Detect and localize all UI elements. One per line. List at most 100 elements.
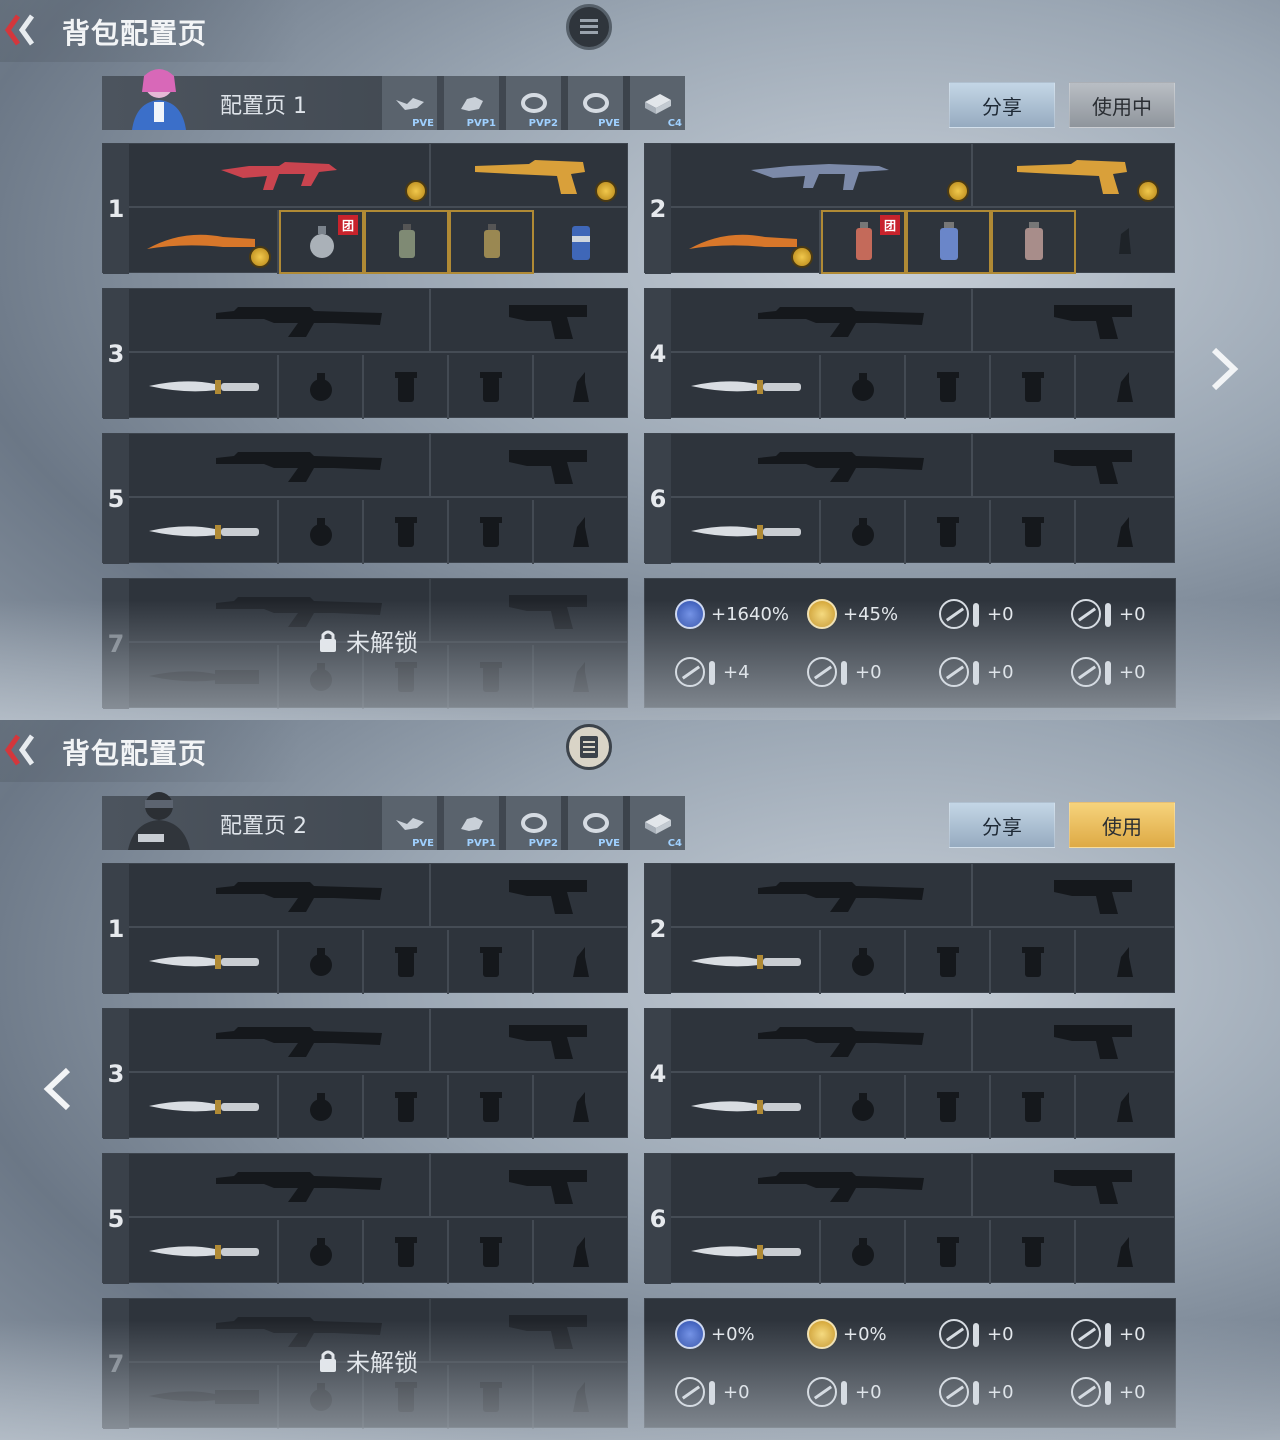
- config-menu-button[interactable]: [566, 724, 612, 770]
- melee-slot[interactable]: [671, 1075, 821, 1139]
- secondary-weapon[interactable]: [431, 144, 627, 206]
- special-slot[interactable]: [534, 1220, 627, 1284]
- mode-tab-3[interactable]: PVP2: [506, 796, 561, 850]
- mode-tab-2[interactable]: PVP1: [444, 76, 499, 130]
- grenade-slot-2[interactable]: [364, 930, 449, 994]
- grenade-slot-1[interactable]: [279, 1075, 364, 1139]
- loadout-slot-5[interactable]: 5: [102, 433, 628, 564]
- primary-weapon[interactable]: [129, 1154, 431, 1218]
- special-slot[interactable]: [534, 1075, 627, 1139]
- grenade-slot-1[interactable]: [821, 500, 906, 564]
- grenade-slot-3[interactable]: [991, 1220, 1076, 1284]
- grenade-slot-3[interactable]: [449, 930, 534, 994]
- melee-slot[interactable]: [671, 930, 821, 994]
- grenade-slot-1[interactable]: 团: [821, 210, 906, 274]
- grenade-slot-2[interactable]: [364, 355, 449, 419]
- config-menu-button[interactable]: [566, 4, 612, 50]
- grenade-slot-2[interactable]: [906, 1075, 991, 1139]
- loadout-slot-4[interactable]: 4: [644, 1008, 1175, 1139]
- mode-tab-4[interactable]: PVE: [568, 796, 623, 850]
- share-button[interactable]: 分享: [949, 82, 1055, 128]
- grenade-slot-3[interactable]: [449, 1220, 534, 1284]
- primary-weapon[interactable]: [129, 144, 431, 208]
- loadout-slot-6[interactable]: 6: [644, 433, 1175, 564]
- melee-slot[interactable]: [129, 355, 279, 419]
- mode-tab-2[interactable]: PVP1: [444, 796, 499, 850]
- special-slot[interactable]: [534, 930, 627, 994]
- grenade-slot-1[interactable]: [279, 500, 364, 564]
- loadout-slot-1[interactable]: 1 团: [102, 143, 628, 274]
- secondary-weapon[interactable]: [431, 289, 627, 351]
- grenade-slot-3[interactable]: [449, 1075, 534, 1139]
- secondary-weapon[interactable]: [431, 1154, 627, 1216]
- primary-weapon[interactable]: [671, 144, 973, 208]
- grenade-slot-3[interactable]: [991, 210, 1076, 274]
- grenade-slot-3[interactable]: [991, 355, 1076, 419]
- mode-tab-5[interactable]: C4: [630, 76, 685, 130]
- grenade-slot-2[interactable]: [906, 355, 991, 419]
- special-slot[interactable]: [534, 500, 627, 564]
- mode-tab-1[interactable]: PVE: [382, 76, 437, 130]
- grenade-slot-2[interactable]: [906, 1220, 991, 1284]
- use-button[interactable]: 使用: [1069, 802, 1175, 848]
- melee-slot[interactable]: [129, 1075, 279, 1139]
- grenade-slot-1[interactable]: [279, 1220, 364, 1284]
- back-button[interactable]: [4, 732, 50, 768]
- grenade-slot-1[interactable]: [821, 1075, 906, 1139]
- secondary-weapon[interactable]: [973, 1009, 1174, 1071]
- special-slot[interactable]: [1076, 1220, 1174, 1284]
- special-slot[interactable]: [1076, 930, 1174, 994]
- secondary-weapon[interactable]: [431, 1009, 627, 1071]
- primary-weapon[interactable]: [671, 1009, 973, 1073]
- secondary-weapon[interactable]: [973, 434, 1174, 496]
- special-slot[interactable]: [534, 210, 627, 274]
- grenade-slot-1[interactable]: 团: [279, 210, 364, 274]
- special-slot[interactable]: [1076, 1075, 1174, 1139]
- primary-weapon[interactable]: [129, 1009, 431, 1073]
- special-slot[interactable]: [534, 355, 627, 419]
- next-page-arrow[interactable]: [1204, 344, 1244, 394]
- mode-tab-1[interactable]: PVE: [382, 796, 437, 850]
- melee-slot[interactable]: [671, 210, 821, 274]
- special-slot[interactable]: [1076, 210, 1174, 274]
- mode-tab-4[interactable]: PVE: [568, 76, 623, 130]
- primary-weapon[interactable]: [129, 864, 431, 928]
- melee-slot[interactable]: [129, 1220, 279, 1284]
- share-button[interactable]: 分享: [949, 802, 1055, 848]
- melee-slot[interactable]: [129, 500, 279, 564]
- mode-tab-5[interactable]: C4: [630, 796, 685, 850]
- loadout-slot-4[interactable]: 4: [644, 288, 1175, 419]
- loadout-slot-3[interactable]: 3: [102, 288, 628, 419]
- loadout-slot-2[interactable]: 2 团: [644, 143, 1175, 274]
- primary-weapon[interactable]: [129, 434, 431, 498]
- use-button[interactable]: 使用中: [1069, 82, 1175, 128]
- melee-slot[interactable]: [129, 210, 279, 274]
- back-button[interactable]: [4, 12, 50, 48]
- primary-weapon[interactable]: [129, 289, 431, 353]
- grenade-slot-2[interactable]: [364, 1075, 449, 1139]
- grenade-slot-2[interactable]: [364, 210, 449, 274]
- mode-tab-3[interactable]: PVP2: [506, 76, 561, 130]
- grenade-slot-1[interactable]: [279, 930, 364, 994]
- secondary-weapon[interactable]: [973, 289, 1174, 351]
- special-slot[interactable]: [1076, 355, 1174, 419]
- secondary-weapon[interactable]: [431, 864, 627, 926]
- loadout-slot-6[interactable]: 6: [644, 1153, 1175, 1284]
- grenade-slot-2[interactable]: [364, 1220, 449, 1284]
- grenade-slot-1[interactable]: [821, 1220, 906, 1284]
- grenade-slot-2[interactable]: [906, 930, 991, 994]
- grenade-slot-1[interactable]: [821, 355, 906, 419]
- loadout-slot-5[interactable]: 5: [102, 1153, 628, 1284]
- loadout-slot-3[interactable]: 3: [102, 1008, 628, 1139]
- melee-slot[interactable]: [671, 1220, 821, 1284]
- grenade-slot-3[interactable]: [449, 500, 534, 564]
- grenade-slot-3[interactable]: [991, 1075, 1076, 1139]
- character-avatar[interactable]: [114, 62, 204, 130]
- secondary-weapon[interactable]: [973, 864, 1174, 926]
- secondary-weapon[interactable]: [973, 1154, 1174, 1216]
- grenade-slot-1[interactable]: [279, 355, 364, 419]
- primary-weapon[interactable]: [671, 434, 973, 498]
- primary-weapon[interactable]: [671, 289, 973, 353]
- grenade-slot-3[interactable]: [991, 500, 1076, 564]
- grenade-slot-2[interactable]: [364, 500, 449, 564]
